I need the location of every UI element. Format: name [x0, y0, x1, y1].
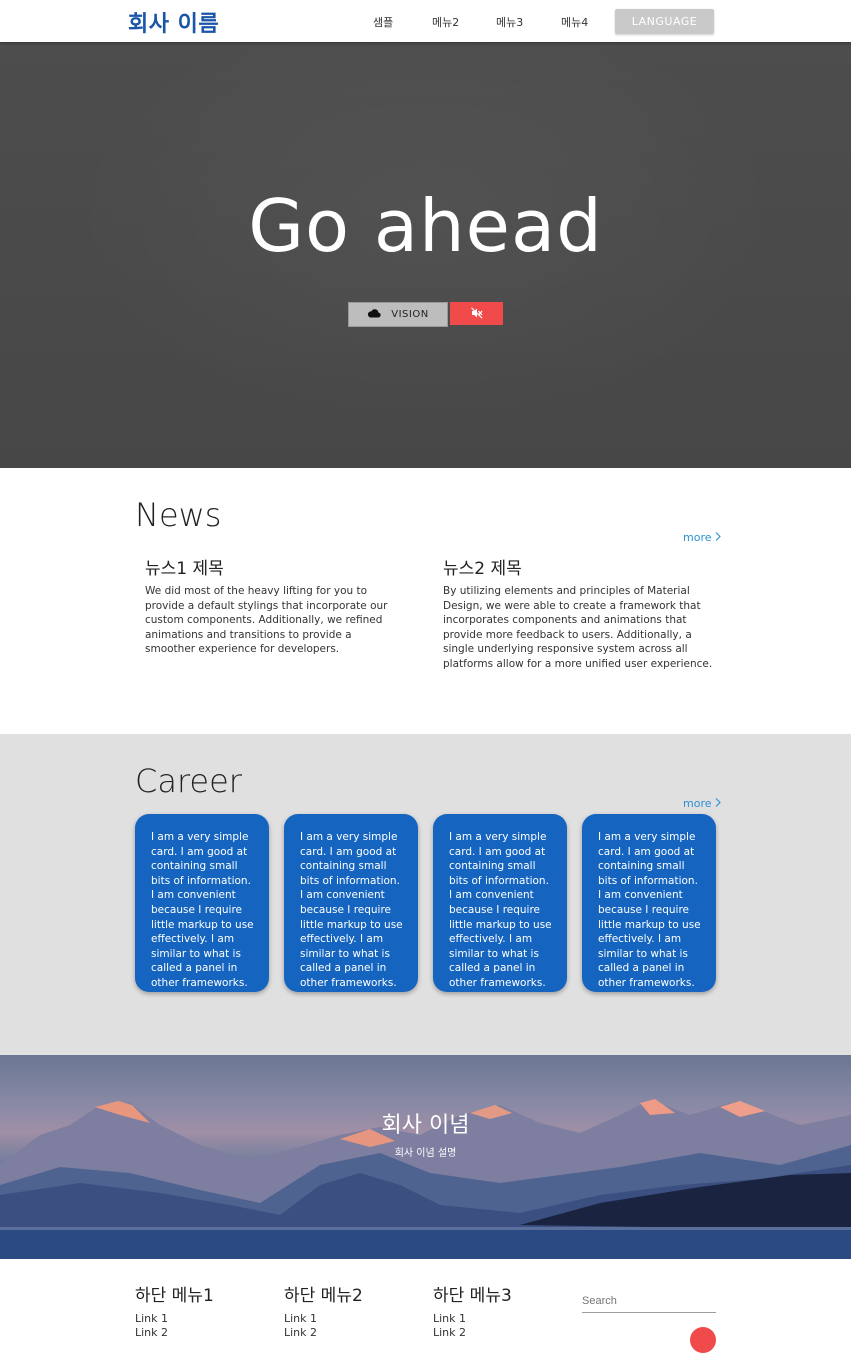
news-item-body: We did most of the heavy lifting for you…	[145, 585, 388, 656]
footer-link[interactable]: Link 1	[135, 1312, 168, 1325]
nav-menu-2[interactable]: 메뉴2	[432, 14, 459, 30]
career-more-label: more	[683, 797, 712, 810]
chevron-right-icon	[715, 531, 721, 544]
footer-menu-title: 하단 메뉴1	[135, 1286, 214, 1306]
news-more-link[interactable]: more	[683, 531, 721, 544]
news-item-body: By utilizing elements and principles of …	[443, 585, 713, 670]
vision-title: 회사 이념	[381, 1113, 470, 1138]
brand-logo[interactable]: 회사 이름	[128, 6, 219, 38]
vision-banner: 회사 이념 회사 이념 설명	[0, 1055, 851, 1259]
news-heading: News	[135, 496, 222, 534]
footer-link[interactable]: Link 2	[433, 1326, 466, 1339]
nav-menu-3[interactable]: 메뉴3	[496, 14, 523, 30]
footer-menu-title: 하단 메뉴2	[284, 1286, 363, 1306]
footer-link[interactable]: Link 2	[135, 1326, 168, 1339]
language-button[interactable]: LANGUAGE	[615, 9, 714, 34]
career-card[interactable]: I am a very simple card. I am good at co…	[135, 814, 269, 992]
footer-link[interactable]: Link 2	[284, 1326, 317, 1339]
navbar: 회사 이름 샘플 메뉴2 메뉴3 메뉴4 LANGUAGE	[0, 0, 851, 42]
career-card[interactable]: I am a very simple card. I am good at co…	[284, 814, 418, 992]
mute-button[interactable]	[450, 302, 503, 325]
vision-subtitle: 회사 이념 설명	[394, 1148, 457, 1159]
footer: 하단 메뉴1 Link 1 Link 2 하단 메뉴2 Link 1 Link …	[0, 1259, 851, 1353]
footer-search-input[interactable]	[582, 1290, 716, 1313]
volume-off-icon	[470, 304, 483, 323]
hero-section: Go ahead VISION	[0, 42, 851, 468]
career-more-link[interactable]: more	[683, 797, 721, 810]
floating-action-button[interactable]	[690, 1327, 716, 1353]
nav-menu-4[interactable]: 메뉴4	[561, 14, 588, 30]
vision-button-label: VISION	[391, 309, 429, 320]
news-item-title[interactable]: 뉴스2 제목	[443, 554, 522, 579]
news-item-title[interactable]: 뉴스1 제목	[145, 554, 224, 579]
news-more-label: more	[683, 531, 712, 544]
chevron-right-icon	[715, 797, 721, 810]
footer-link[interactable]: Link 1	[433, 1312, 466, 1325]
career-card[interactable]: I am a very simple card. I am good at co…	[433, 814, 567, 992]
career-section: Career more I am a very simple card. I a…	[0, 734, 851, 1055]
career-heading: Career	[135, 762, 242, 800]
vision-button[interactable]: VISION	[348, 302, 448, 327]
footer-link[interactable]: Link 1	[284, 1312, 317, 1325]
footer-menu-title: 하단 메뉴3	[433, 1286, 512, 1306]
hero-title: Go ahead	[248, 184, 603, 268]
news-section: News more 뉴스1 제목 We did most of the heav…	[0, 468, 851, 734]
nav-menu-1[interactable]: 샘플	[373, 14, 393, 30]
career-card[interactable]: I am a very simple card. I am good at co…	[582, 814, 716, 992]
cloud-icon	[367, 308, 381, 321]
